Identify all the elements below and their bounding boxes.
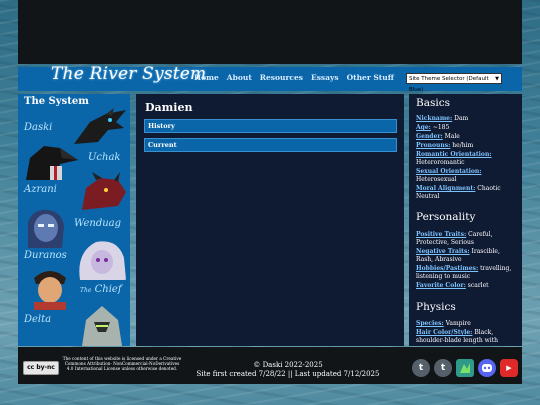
member-wenduag[interactable]: Wenduag: [74, 218, 121, 229]
field-value: he/him: [452, 142, 474, 149]
nav-home[interactable]: Home: [194, 73, 219, 82]
field-hair: Hair Color/Style: Black, shoulder-blade …: [416, 329, 516, 344]
youtube-icon[interactable]: ▶: [500, 359, 518, 377]
chevron-down-icon: ▼: [495, 76, 499, 82]
member-art-robot[interactable]: [74, 302, 128, 346]
bluesky-icon[interactable]: [456, 359, 474, 377]
field-sexual-orientation: Sexual Orientation: Heterosexual: [416, 168, 516, 183]
personality-heading: Personality: [416, 211, 476, 223]
field-favorite-color: Favorite Color: scarlet: [416, 282, 516, 290]
system-sidebar: The System Daski Uchak Azrani Wenduag Du…: [18, 94, 130, 346]
field-hobbies: Hobbies/Pastimes: travelling, listening …: [416, 265, 516, 280]
discord-icon[interactable]: [478, 359, 496, 377]
nav-links: Home About Resources Essays Other Stuff: [194, 73, 394, 82]
field-value: Vampire: [445, 320, 471, 327]
member-duranos[interactable]: Duranos: [24, 250, 67, 261]
cc-license-badge[interactable]: cc by-nc: [23, 361, 59, 375]
field-negative-traits: Negative Traits: Irascible, Rash, Abrasi…: [416, 248, 516, 263]
copyright-block: © Daski 2022-2025 Site first created 7/2…: [188, 361, 388, 378]
top-navigation: The River System Home About Resources Es…: [18, 64, 522, 93]
nav-resources[interactable]: Resources: [260, 73, 303, 82]
chief-label: Chief: [94, 284, 122, 295]
field-value: Heterosexual: [416, 175, 457, 183]
member-uchak[interactable]: Uchak: [88, 152, 121, 163]
field-pronouns: Pronouns: he/him: [416, 142, 516, 150]
field-label: Species:: [416, 320, 444, 327]
field-value: Heteroromantic: [416, 158, 465, 166]
field-nickname: Nickname: Dam: [416, 115, 516, 123]
field-species: Species: Vampire: [416, 320, 516, 328]
chief-prefix: The: [80, 287, 92, 294]
member-azrani[interactable]: Azrani: [24, 184, 57, 195]
member-art-bird[interactable]: [20, 140, 82, 182]
sidebar-title: The System: [24, 96, 89, 107]
field-label: Age:: [416, 124, 431, 131]
field-label: Nickname:: [416, 115, 453, 122]
field-positive-traits: Positive Traits: Careful, Protective, Se…: [416, 231, 516, 246]
field-label: Romantic Orientation:: [416, 151, 492, 158]
license-link[interactable]: International License: [75, 366, 120, 371]
profile-sidebar: Basics Nickname: Dam Age: ~185 Gender: M…: [409, 94, 522, 346]
member-art-human[interactable]: [28, 266, 72, 310]
member-art-blue-elf[interactable]: [20, 204, 70, 248]
field-label: Negative Traits:: [416, 248, 470, 255]
site-dates: Site first created 7/28/22 || Last updat…: [196, 369, 380, 378]
site-logo[interactable]: The River System: [51, 64, 206, 84]
header-banner: [18, 0, 522, 64]
field-label: Sexual Orientation:: [416, 168, 482, 175]
field-label: Hobbies/Pastimes:: [416, 265, 479, 272]
page-title: Damien: [145, 101, 193, 114]
field-value: Male: [444, 133, 460, 140]
tumblr-icon[interactable]: t: [412, 359, 430, 377]
field-value: Dam: [454, 115, 469, 122]
field-moral-alignment: Moral Alignment: Chaotic Neutral: [416, 185, 516, 200]
nav-essays[interactable]: Essays: [311, 73, 339, 82]
license-line: unless otherwise denoted.: [121, 366, 178, 371]
field-value: scarlet: [467, 282, 489, 289]
nav-other-stuff[interactable]: Other Stuff: [347, 73, 394, 82]
physics-heading: Physics: [416, 301, 456, 313]
basics-heading: Basics: [416, 97, 450, 109]
field-gender: Gender: Male: [416, 133, 516, 141]
member-chief[interactable]: The Chief: [80, 284, 122, 295]
field-label: Hair Color/Style:: [416, 329, 473, 336]
member-art-red-beast[interactable]: [78, 172, 128, 212]
member-daski[interactable]: Daski: [24, 122, 52, 133]
section-current-toggle[interactable]: Current: [144, 138, 397, 152]
field-value: ~185: [432, 124, 450, 131]
section-history-toggle[interactable]: History: [144, 119, 397, 133]
field-age: Age: ~185: [416, 124, 516, 132]
field-label: Favorite Color:: [416, 282, 466, 289]
tumblr-icon[interactable]: t: [434, 359, 452, 377]
field-romantic-orientation: Romantic Orientation: Heteroromantic: [416, 151, 516, 166]
field-label: Gender:: [416, 133, 443, 140]
license-text: The content of this website is licensed …: [62, 356, 182, 371]
member-art-silver-hair[interactable]: [74, 236, 128, 280]
field-label: Positive Traits:: [416, 231, 467, 238]
member-delta[interactable]: Delta: [24, 314, 51, 325]
copyright-text: © Daski 2022-2025: [253, 361, 323, 369]
theme-selector[interactable]: Site Theme Selector (Default Blue) ▼: [406, 73, 502, 93]
site-footer: cc by-nc The content of this website is …: [18, 347, 522, 384]
field-label: Moral Alignment:: [416, 185, 476, 192]
theme-selector-value: Site Theme Selector (Default Blue): [409, 76, 489, 93]
field-label: Pronouns:: [416, 142, 451, 149]
nav-about[interactable]: About: [227, 73, 252, 82]
main-content: Damien History Current: [136, 94, 404, 346]
